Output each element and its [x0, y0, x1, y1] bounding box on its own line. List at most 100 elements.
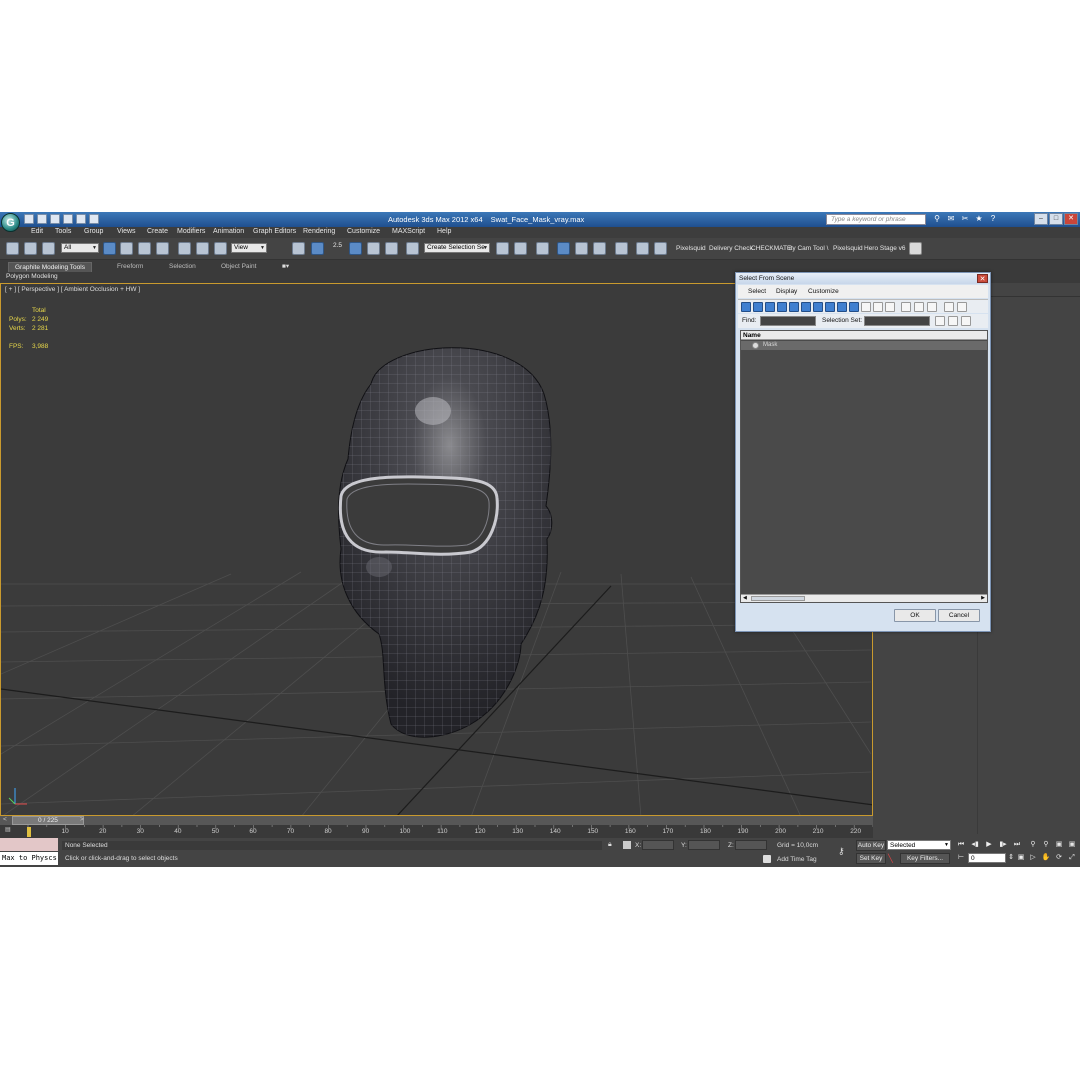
time-slider[interactable]: < 0 / 225 >: [0, 816, 873, 825]
menu-tools[interactable]: Tools: [55, 228, 71, 235]
ok-button[interactable]: OK: [894, 609, 936, 622]
add-time-tag[interactable]: Add Time Tag: [777, 856, 817, 863]
dialog-title-bar[interactable]: Select From Scene ✕: [736, 273, 990, 284]
close-button[interactable]: ✕: [1064, 213, 1078, 225]
angle-snap-icon[interactable]: [349, 242, 362, 255]
plugin-pixelsquid[interactable]: Pixelsquid: [676, 245, 706, 252]
display-space-warps-icon[interactable]: [801, 302, 811, 312]
tab-selection[interactable]: Selection: [163, 262, 202, 272]
tab-graphite-modeling-tools[interactable]: Graphite Modeling Tools: [8, 262, 92, 272]
tab-object-paint[interactable]: Object Paint: [215, 262, 262, 272]
help-search-input[interactable]: Type a keyword or phrase: [826, 214, 926, 225]
track-bar[interactable]: ▤ 10 20 30 40 50 60 70 80 90 100 110 120 130 140 150 16…: [0, 825, 873, 838]
help-icon[interactable]: ?: [988, 214, 998, 224]
select-manipulate-icon[interactable]: [311, 242, 324, 255]
teapot-icon[interactable]: [909, 242, 922, 255]
orbit-icon[interactable]: ⟳: [1054, 853, 1064, 863]
mirror-icon[interactable]: [496, 242, 509, 255]
select-object-icon[interactable]: [103, 242, 116, 255]
frame-spinner-icon[interactable]: ⇕: [1006, 853, 1016, 863]
edit-named-selection-icon[interactable]: [406, 242, 419, 255]
horizontal-scrollbar[interactable]: ◀ ▶: [741, 594, 987, 602]
ribbon-options-icon[interactable]: ■▾: [276, 262, 295, 272]
viewport-label[interactable]: [ + ] [ Perspective ] [ Ambient Occlusio…: [5, 286, 140, 293]
window-crossing-icon[interactable]: [156, 242, 169, 255]
rotate-icon[interactable]: [196, 242, 209, 255]
list-item[interactable]: Mask: [741, 341, 987, 350]
edit-selection-set-icon[interactable]: [948, 316, 958, 326]
auto-key-button[interactable]: Auto Key: [856, 840, 886, 851]
menu-graph-editors[interactable]: Graph Editors: [253, 228, 296, 235]
menu-customize[interactable]: Customize: [347, 228, 380, 235]
favorites-star-icon[interactable]: ★: [974, 214, 984, 224]
time-slider-next-icon[interactable]: >: [80, 816, 84, 823]
plugin-pixelsquid-2[interactable]: Pixelsquid: [833, 245, 863, 252]
schematic-view-icon[interactable]: [593, 242, 606, 255]
key-mode-toggle-icon[interactable]: ⊢: [956, 853, 966, 863]
scale-icon[interactable]: [214, 242, 227, 255]
link-icon[interactable]: [6, 242, 19, 255]
unlink-icon[interactable]: [24, 242, 37, 255]
menu-modifiers[interactable]: Modifiers: [177, 228, 205, 235]
scene-object-list[interactable]: Name Mask ◀ ▶: [740, 330, 988, 603]
layer-manager-icon[interactable]: [536, 242, 549, 255]
set-key-button[interactable]: Set Key: [856, 853, 886, 864]
select-by-name-icon[interactable]: [120, 242, 133, 255]
selection-set-dropdown[interactable]: [864, 316, 930, 326]
key-mode-dropdown[interactable]: Selected: [887, 840, 951, 850]
scroll-right-icon[interactable]: ▶: [981, 595, 985, 602]
go-to-end-icon[interactable]: ⏭: [1012, 840, 1022, 850]
named-selection-dropdown[interactable]: Create Selection Se: [424, 243, 490, 253]
key-filters-button[interactable]: Key Filters...: [900, 853, 950, 864]
column-header-name[interactable]: Name: [741, 331, 987, 340]
display-helpers-icon[interactable]: [789, 302, 799, 312]
display-containers-icon[interactable]: [849, 302, 859, 312]
plugin-hero-stage[interactable]: Hero Stage v6: [864, 245, 906, 252]
field-of-view-icon[interactable]: ▷: [1028, 853, 1038, 863]
pivot-center-icon[interactable]: [292, 242, 305, 255]
open-file-icon[interactable]: [37, 214, 47, 224]
curve-editor-icon[interactable]: [575, 242, 588, 255]
plugin-delivery-check[interactable]: Delivery Check: [709, 245, 753, 252]
display-all-icon[interactable]: [885, 302, 895, 312]
minimize-button[interactable]: –: [1034, 213, 1048, 225]
maxscript-mini-listener[interactable]: Max to Physcs: [0, 852, 58, 865]
render-setup-icon[interactable]: [636, 242, 649, 255]
filter-icon[interactable]: [944, 302, 954, 312]
spinner-snap-icon[interactable]: [385, 242, 398, 255]
percent-snap-icon[interactable]: [367, 242, 380, 255]
plugin-cam-tool[interactable]: uty Cam Tool \: [787, 245, 828, 252]
bind-space-warp-icon[interactable]: [42, 242, 55, 255]
select-invert-icon[interactable]: [927, 302, 937, 312]
new-file-icon[interactable]: [24, 214, 34, 224]
selection-filter-dropdown[interactable]: All: [61, 243, 99, 253]
display-bones-icon[interactable]: [837, 302, 847, 312]
time-slider-prev-icon[interactable]: <: [3, 816, 7, 823]
render-frame-icon[interactable]: [654, 242, 667, 255]
menu-animation[interactable]: Animation: [213, 228, 244, 235]
menu-edit[interactable]: Edit: [31, 228, 43, 235]
select-all-icon[interactable]: [901, 302, 911, 312]
z-coordinate-field[interactable]: [735, 840, 767, 850]
scroll-left-icon[interactable]: ◀: [743, 595, 747, 602]
select-none-icon[interactable]: [914, 302, 924, 312]
tools-icon[interactable]: ✂: [960, 214, 970, 224]
dialog-menu-customize[interactable]: Customize: [808, 288, 839, 295]
binoculars-icon[interactable]: ⚲: [932, 214, 942, 224]
y-coordinate-field[interactable]: [688, 840, 720, 850]
save-file-icon[interactable]: [50, 214, 60, 224]
app-logo-icon[interactable]: G: [1, 213, 20, 232]
rectangular-selection-icon[interactable]: [138, 242, 151, 255]
menu-views[interactable]: Views: [117, 228, 136, 235]
display-hidden-icon[interactable]: [873, 302, 883, 312]
zoom-extents-all-icon[interactable]: ▣: [1067, 840, 1077, 850]
zoom-icon[interactable]: ⚲: [1028, 840, 1038, 850]
redo-icon[interactable]: [76, 214, 86, 224]
maximize-button[interactable]: □: [1049, 213, 1063, 225]
default-in-out-tangent-icon[interactable]: ╲: [888, 854, 893, 863]
previous-frame-icon[interactable]: ◂▮: [970, 840, 980, 850]
menu-group[interactable]: Group: [84, 228, 103, 235]
undo-icon[interactable]: [63, 214, 73, 224]
display-frozen-icon[interactable]: [861, 302, 871, 312]
menu-rendering[interactable]: Rendering: [303, 228, 335, 235]
